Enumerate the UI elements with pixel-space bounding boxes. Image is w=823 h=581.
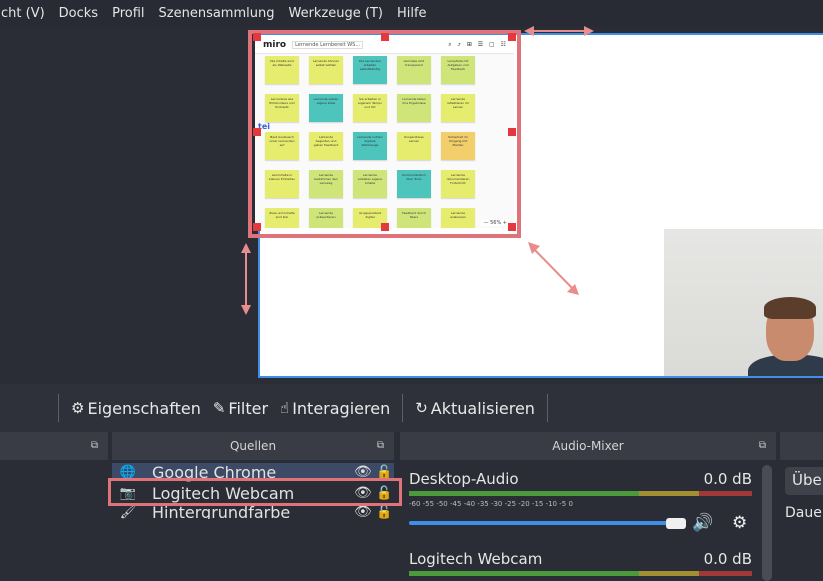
resize-handle-top-left[interactable] — [253, 33, 261, 41]
toolbar-separator — [58, 394, 59, 422]
brush-icon: 🖌 — [119, 505, 137, 519]
interact-label: Interagieren — [292, 398, 391, 418]
volume-slider-knob[interactable] — [666, 518, 686, 529]
controls-dock-header — [780, 432, 823, 460]
resize-handle-bottom-right[interactable] — [508, 223, 516, 231]
menu-profile[interactable]: Profil — [105, 6, 151, 21]
transition-button[interactable]: Übe — [785, 467, 823, 495]
properties-button[interactable]: ⚙ Eigenschaften — [65, 399, 207, 418]
webcam-source-preview[interactable] — [664, 229, 823, 376]
volume-meter-yellow — [639, 491, 699, 496]
resize-handle-bottom[interactable] — [381, 223, 389, 231]
source-name: Hintergrundfarbe — [152, 505, 291, 519]
interact-button[interactable]: ☝ Interagieren — [274, 399, 396, 418]
sources-dock-header: Quellen ⧉ — [112, 432, 394, 460]
hand-pointer-icon: ☝ — [280, 399, 290, 417]
undock-icon[interactable]: ⧉ — [91, 440, 98, 451]
speaker-icon[interactable]: 🔊 — [692, 513, 713, 533]
mixer-channel-name: Logitech Webcam — [409, 550, 543, 568]
gear-icon[interactable]: ⚙ — [732, 513, 747, 533]
menu-help[interactable]: Hilfe — [390, 6, 434, 21]
gear-icon: ⚙ — [71, 399, 85, 417]
mixer-scrollbar[interactable] — [762, 465, 772, 581]
properties-label: Eigenschaften — [87, 398, 201, 418]
resize-handle-left[interactable] — [253, 128, 261, 136]
mixer-title: Audio-Mixer — [552, 439, 624, 453]
refresh-button[interactable]: ↻ Aktualisieren — [409, 399, 541, 418]
mixer-dock-header: Audio-Mixer ⧉ — [400, 432, 776, 460]
obs-window: cht (V) Docks Profil Szenensammlung Werk… — [0, 0, 823, 581]
menu-view[interactable]: cht (V) — [0, 6, 52, 21]
volume-meter-green — [409, 491, 639, 496]
lock-icon[interactable]: 🔓 — [376, 505, 394, 519]
refresh-icon: ↻ — [415, 399, 428, 417]
scenes-list[interactable] — [0, 460, 108, 581]
volume-slider[interactable] — [409, 521, 671, 525]
menu-tools[interactable]: Werkzeuge (T) — [281, 6, 390, 21]
sources-title: Quellen — [229, 439, 277, 453]
source-toolbar: ⚙ Eigenschaften ✎ Filter ☝ Interagieren … — [0, 384, 823, 432]
meter-scale: -60 -55 -50 -45 -40 -35 -30 -25 -20 -15 … — [409, 500, 573, 508]
scenes-dock-header: ⧉ — [0, 432, 108, 460]
resize-handle-top[interactable] — [381, 33, 389, 41]
volume-meter-green — [409, 571, 639, 576]
refresh-label: Aktualisieren — [430, 398, 535, 418]
menu-scene-collection[interactable]: Szenensammlung — [152, 6, 282, 21]
mixer-channel-name: Desktop-Audio — [409, 470, 519, 488]
volume-meter-red — [699, 571, 752, 576]
toolbar-separator — [546, 394, 548, 422]
menu-docks[interactable]: Docks — [52, 6, 105, 21]
filter-label: Filter — [228, 398, 269, 418]
undock-icon[interactable]: ⧉ — [759, 440, 766, 451]
eye-icon[interactable]: 👁 — [354, 505, 376, 519]
volume-meter-red — [699, 491, 752, 496]
duration-label: Daue — [785, 505, 822, 521]
toolbar-separator — [402, 394, 404, 422]
filter-icon: ✎ — [212, 399, 226, 417]
resize-handle-top-right[interactable] — [508, 33, 516, 41]
mixer-channel-level: 0.0 dB — [703, 550, 752, 568]
resize-handle-right[interactable] — [508, 128, 516, 136]
source-item-background-color[interactable]: 🖌 Hintergrundfarbe 👁 🔓 — [112, 505, 394, 519]
volume-meter-yellow — [639, 571, 699, 576]
menubar: cht (V) Docks Profil Szenensammlung Werk… — [0, 0, 823, 27]
selected-source-frame[interactable] — [248, 30, 521, 238]
mixer-channel-level: 0.0 dB — [703, 470, 752, 488]
undock-icon[interactable]: ⧉ — [377, 440, 384, 451]
resize-handle-bottom-left[interactable] — [253, 223, 261, 231]
person-hair — [764, 297, 816, 319]
filter-button[interactable]: ✎ Filter — [207, 399, 274, 418]
source-highlight-box — [108, 478, 402, 506]
